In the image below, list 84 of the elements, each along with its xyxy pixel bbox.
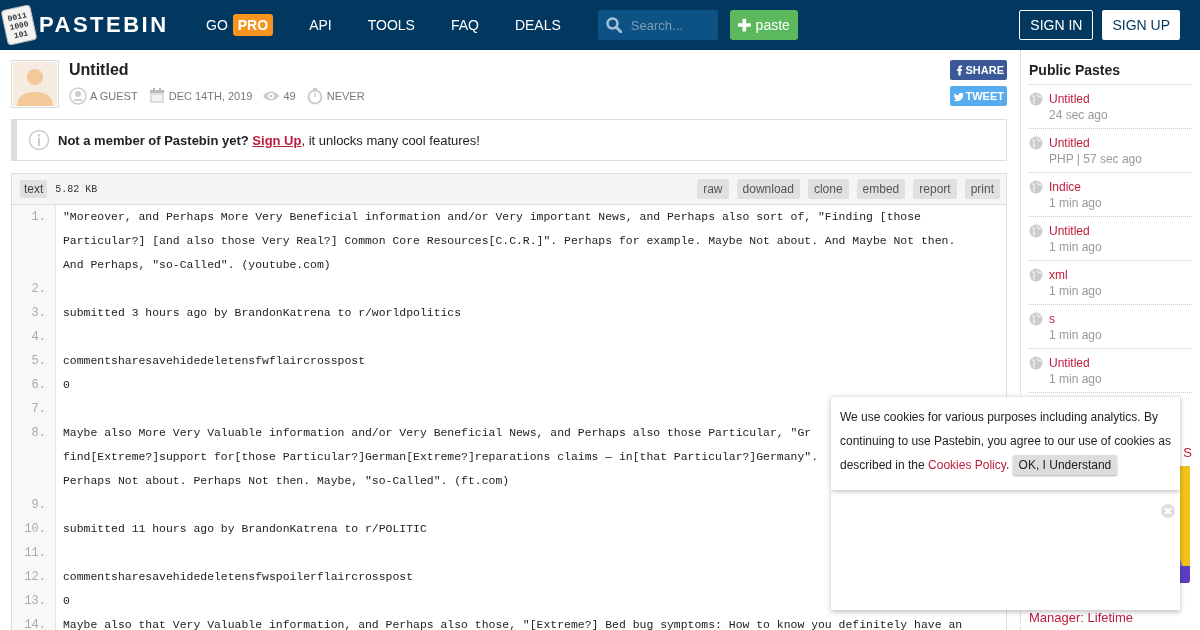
globe-icon	[1029, 224, 1043, 238]
line-number: 1.	[12, 205, 56, 277]
expiry-text: NEVER	[326, 90, 365, 102]
code-line: And Perhaps, "so-Called". (youtube.com)	[63, 257, 332, 273]
author-name: A GUEST	[90, 90, 138, 102]
globe-icon	[1029, 136, 1043, 150]
code-line: find[Extreme?]support for[those Particular?]German[Extreme?]reparations claims — in[that Particular?]Germany".	[63, 449, 818, 465]
code-line: commentsharesavehidedeletensfwspoilerflaircrosspost	[63, 569, 414, 585]
globe-icon	[1029, 180, 1043, 194]
file-size: 5.82 KB	[55, 183, 98, 195]
nav-link[interactable]: FAQ	[450, 17, 479, 33]
paste-link[interactable]: Untitled	[1049, 355, 1102, 371]
toolbar-button[interactable]: print	[964, 179, 1000, 199]
paste-age: 24 sec ago	[1049, 107, 1108, 123]
code-line: Maybe also More Very Valuable information and/or Very Beneficial News, and Perhaps also those Particular, "Gr	[63, 425, 813, 441]
nav-link[interactable]: TOOLS	[367, 17, 415, 33]
globe-icon	[1029, 312, 1043, 326]
toolbar-button[interactable]: raw	[697, 179, 729, 199]
line-number: 12.	[12, 565, 56, 589]
search-field[interactable]: Search...	[597, 10, 718, 40]
ok-button[interactable]: OK, I Understand	[1012, 455, 1118, 475]
nav-link[interactable]: API	[309, 17, 332, 33]
paste-age: 1 min ago	[1049, 283, 1102, 299]
line-number: 4.	[12, 325, 56, 349]
globe-icon	[1029, 92, 1043, 106]
logo-text[interactable]: PASTEBIN	[39, 12, 169, 38]
line-number: 9.	[12, 493, 56, 517]
facebook-share-button[interactable]: SHARE	[950, 60, 1007, 80]
paste-link[interactable]: Untitled	[1049, 135, 1142, 151]
syntax-label[interactable]: text	[20, 180, 48, 198]
paste-link[interactable]: Untitled	[1049, 91, 1108, 107]
code-line: commentsharesavehidedeletensfwflaircrosspost	[63, 353, 365, 369]
line-number: 2.	[12, 277, 56, 301]
stopwatch-icon	[305, 87, 324, 105]
view-count: 49	[283, 90, 296, 102]
paste-link[interactable]: xml	[1049, 267, 1102, 283]
toolbar-button[interactable]: embed	[856, 179, 906, 199]
line-number: 10.	[12, 517, 56, 541]
toolbar-button[interactable]: report	[913, 179, 957, 199]
code-line: Particular?] [and also those Very Real?] Common Core Resources[C.C.R.]". Perhaps for example. Maybe Not about. And Maybe Not then.	[63, 233, 956, 249]
cookies-policy-link[interactable]: Cookies Policy	[928, 458, 1006, 472]
line-number: 5.	[12, 349, 56, 373]
nav-link[interactable]: DEALS	[514, 17, 561, 33]
paste-age: 1 min ago	[1049, 195, 1102, 211]
line-number: 7.	[12, 397, 56, 421]
paste-age: 1 min ago	[1049, 371, 1102, 387]
ad-link[interactable]: Manager: Lifetime	[1029, 610, 1192, 625]
paste-link[interactable]: Indice	[1049, 179, 1102, 195]
code-line: 0	[63, 593, 70, 609]
paste-link[interactable]: Untitled	[1049, 223, 1102, 239]
line-number: 14.	[12, 613, 56, 630]
sign-up-button[interactable]: SIGN UP	[1102, 10, 1180, 40]
toolbar-button[interactable]: download	[736, 179, 800, 199]
user-icon	[69, 87, 87, 105]
close-icon[interactable]	[1161, 504, 1175, 518]
paste-title: Untitled	[69, 61, 130, 79]
paste-age: PHP | 57 sec ago	[1049, 151, 1142, 167]
paste-age: 1 min ago	[1049, 239, 1102, 255]
info-icon	[28, 129, 50, 151]
line-number: 3.	[12, 301, 56, 325]
paste-link[interactable]: s	[1049, 311, 1102, 327]
code-line: "Moreover, and Perhaps More Very Beneficial information and/or Very important News, and Perhaps also sort of, "Finding [those	[63, 209, 922, 225]
code-line: submitted 11 hours ago by BrandonKatrena to r/POLITIC	[63, 521, 427, 537]
sign-in-button[interactable]: SIGN IN	[1019, 10, 1094, 40]
ad-heading[interactable]: S	[1183, 445, 1192, 460]
nav-link[interactable]: GO	[206, 17, 228, 33]
paste-age: 1 min ago	[1049, 327, 1102, 343]
paste-date: DEC 14TH, 2019	[168, 90, 253, 102]
line-number: 13.	[12, 589, 56, 613]
line-number: 6.	[12, 373, 56, 397]
sidebar-title: Public Pastes	[1029, 62, 1192, 85]
calendar-icon	[147, 87, 166, 105]
cookie-text: We use cookies for various purposes including analytics. By continuing to use Pastebin, you agree to our use of cookies as described in the Cookies Policy. OK, I Understand	[840, 405, 1171, 477]
code-line: submitted 3 hours ago by BrandonKatrena to r/worldpolitics	[63, 305, 462, 321]
plus-icon	[737, 18, 751, 32]
globe-icon	[1029, 356, 1043, 370]
code-line: 0	[63, 377, 70, 393]
notice-text: Not a member of Pastebin yet? Sign Up, it unlocks many cool features!	[58, 132, 480, 148]
line-number: 8.	[12, 421, 56, 493]
toolbar-button[interactable]: clone	[807, 179, 849, 199]
globe-icon	[1029, 268, 1043, 282]
code-line: Perhaps Not about. Perhaps Not then. Maybe, "so-Called". (ft.com)	[63, 473, 511, 489]
code-line: Maybe also that Very Valuable information, and Perhaps also those, "[Extreme?] Bed bug symptoms: How to know you definitely have an	[63, 617, 963, 630]
line-number: 11.	[12, 541, 56, 565]
